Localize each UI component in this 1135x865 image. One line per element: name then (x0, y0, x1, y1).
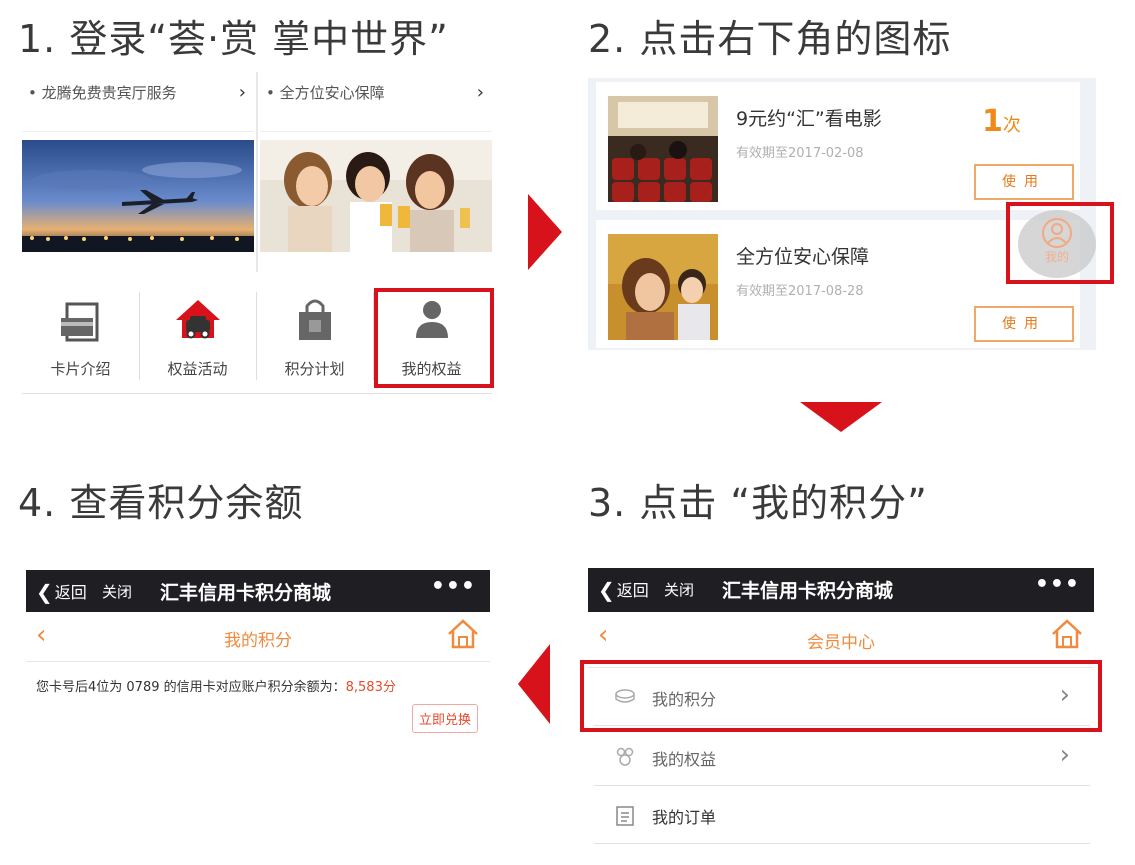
points-balance-section: 您卡号后4位为 0789 的信用卡对应账户积分余额为：8,583分 立即兑换 (26, 664, 490, 744)
more-icon[interactable]: ••• (1035, 572, 1080, 597)
arrow-left-icon (518, 644, 550, 724)
page-title: 会员中心 (807, 633, 875, 653)
count-unit: 次 (1002, 115, 1021, 136)
order-icon (616, 806, 634, 826)
menu-label: 卡片介绍 (50, 360, 111, 378)
close-button[interactable]: 关闭 (664, 579, 694, 600)
chevron-right-icon: › (1059, 740, 1070, 770)
coupon-movie: 9元约“汇”看电影 有效期至2017-02-08 1次 使用 (596, 82, 1080, 210)
menu-label: 积分计划 (284, 360, 345, 378)
promo-header: • 全方位安心保障 › (260, 72, 492, 132)
menu-my-rights[interactable]: 我的权益 › (594, 728, 1090, 786)
chevron-right-icon: › (476, 82, 484, 103)
page-header: ‹ 我的积分 (26, 612, 490, 662)
airplane-sunset-image (22, 140, 254, 252)
back-button[interactable]: ❮ 返回 (36, 579, 87, 604)
cinema-image (608, 96, 718, 202)
menu-my-orders[interactable]: 我的订单 (594, 786, 1090, 844)
divider (256, 72, 258, 272)
shopping-bag-icon (298, 299, 331, 340)
browser-nav-bar: ❮ 返回 关闭 汇丰信用卡积分商城 ••• (26, 570, 490, 612)
highlight-my-points (580, 660, 1102, 732)
use-button[interactable]: 使用 (974, 164, 1074, 200)
more-icon[interactable]: ••• (431, 574, 476, 599)
points-text: 您卡号后4位为 0789 的信用卡对应账户积分余额为： (36, 680, 346, 695)
step-2-title: 2. 点击右下角的图标 (588, 17, 952, 61)
coupon-count: 1次 (982, 104, 1021, 139)
arrow-right-icon (528, 194, 562, 270)
coupon-valid-date: 有效期至2017-02-08 (736, 146, 864, 161)
promo-lounge-service[interactable]: • 龙腾免费贵宾厅服务 › (22, 72, 254, 272)
browser-nav-bar: ❮ 返回 关闭 汇丰信用卡积分商城 ••• (588, 568, 1094, 612)
back-label: 返回 (54, 583, 87, 602)
gift-icon (616, 747, 634, 766)
coupon-name: 9元约“汇”看电影 (736, 108, 882, 130)
menu-label: 权益活动 (167, 360, 228, 378)
home-icon[interactable] (446, 618, 480, 650)
menu-card-intro[interactable]: 卡片介绍 (22, 284, 139, 394)
promo-label: • 龙腾免费贵宾厅服务 (28, 84, 177, 102)
highlight-my-rights (374, 288, 494, 388)
friends-drinks-image (260, 140, 492, 252)
coupon-name: 全方位安心保障 (736, 246, 870, 268)
house-car-icon (175, 300, 220, 339)
promo-label: • 全方位安心保障 (266, 84, 385, 102)
chevron-left-icon: ❮ (598, 578, 615, 602)
promo-header: • 龙腾免费贵宾厅服务 › (22, 72, 254, 132)
step-3-title: 3. 点击 “我的积分” (588, 481, 928, 525)
step-4-title: 4. 查看积分余额 (18, 481, 304, 525)
back-button[interactable]: ❮ 返回 (598, 577, 649, 602)
close-button[interactable]: 关闭 (102, 581, 132, 602)
promo-safety-protection[interactable]: • 全方位安心保障 › (260, 72, 492, 272)
card-icon (60, 302, 98, 342)
nav-title: 汇丰信用卡积分商城 (722, 580, 894, 602)
family-image (608, 234, 718, 340)
menu-points-plan[interactable]: 积分计划 (256, 284, 373, 394)
highlight-my-floating (1006, 202, 1114, 284)
arrow-down-icon (800, 402, 882, 432)
points-value: 8,583分 (345, 680, 396, 695)
coupon-valid-date: 有效期至2017-08-28 (736, 284, 864, 299)
count-value: 1 (982, 104, 1003, 139)
back-label: 返回 (616, 581, 649, 600)
use-button[interactable]: 使用 (974, 306, 1074, 342)
menu-rights-activities[interactable]: 权益活动 (139, 284, 256, 394)
redeem-button[interactable]: 立即兑换 (411, 704, 478, 733)
page-title: 我的积分 (224, 631, 292, 651)
points-balance-text: 您卡号后4位为 0789 的信用卡对应账户积分余额为：8,583分 (36, 676, 396, 695)
chevron-right-icon: › (238, 82, 246, 103)
step-1-title: 1. 登录“荟·赏 掌中世界” (18, 17, 449, 61)
menu-label: 我的订单 (652, 808, 717, 827)
menu-label: 我的权益 (652, 750, 717, 769)
home-icon[interactable] (1050, 618, 1084, 650)
chevron-left-icon: ❮ (36, 580, 53, 604)
nav-title: 汇丰信用卡积分商城 (160, 582, 332, 604)
